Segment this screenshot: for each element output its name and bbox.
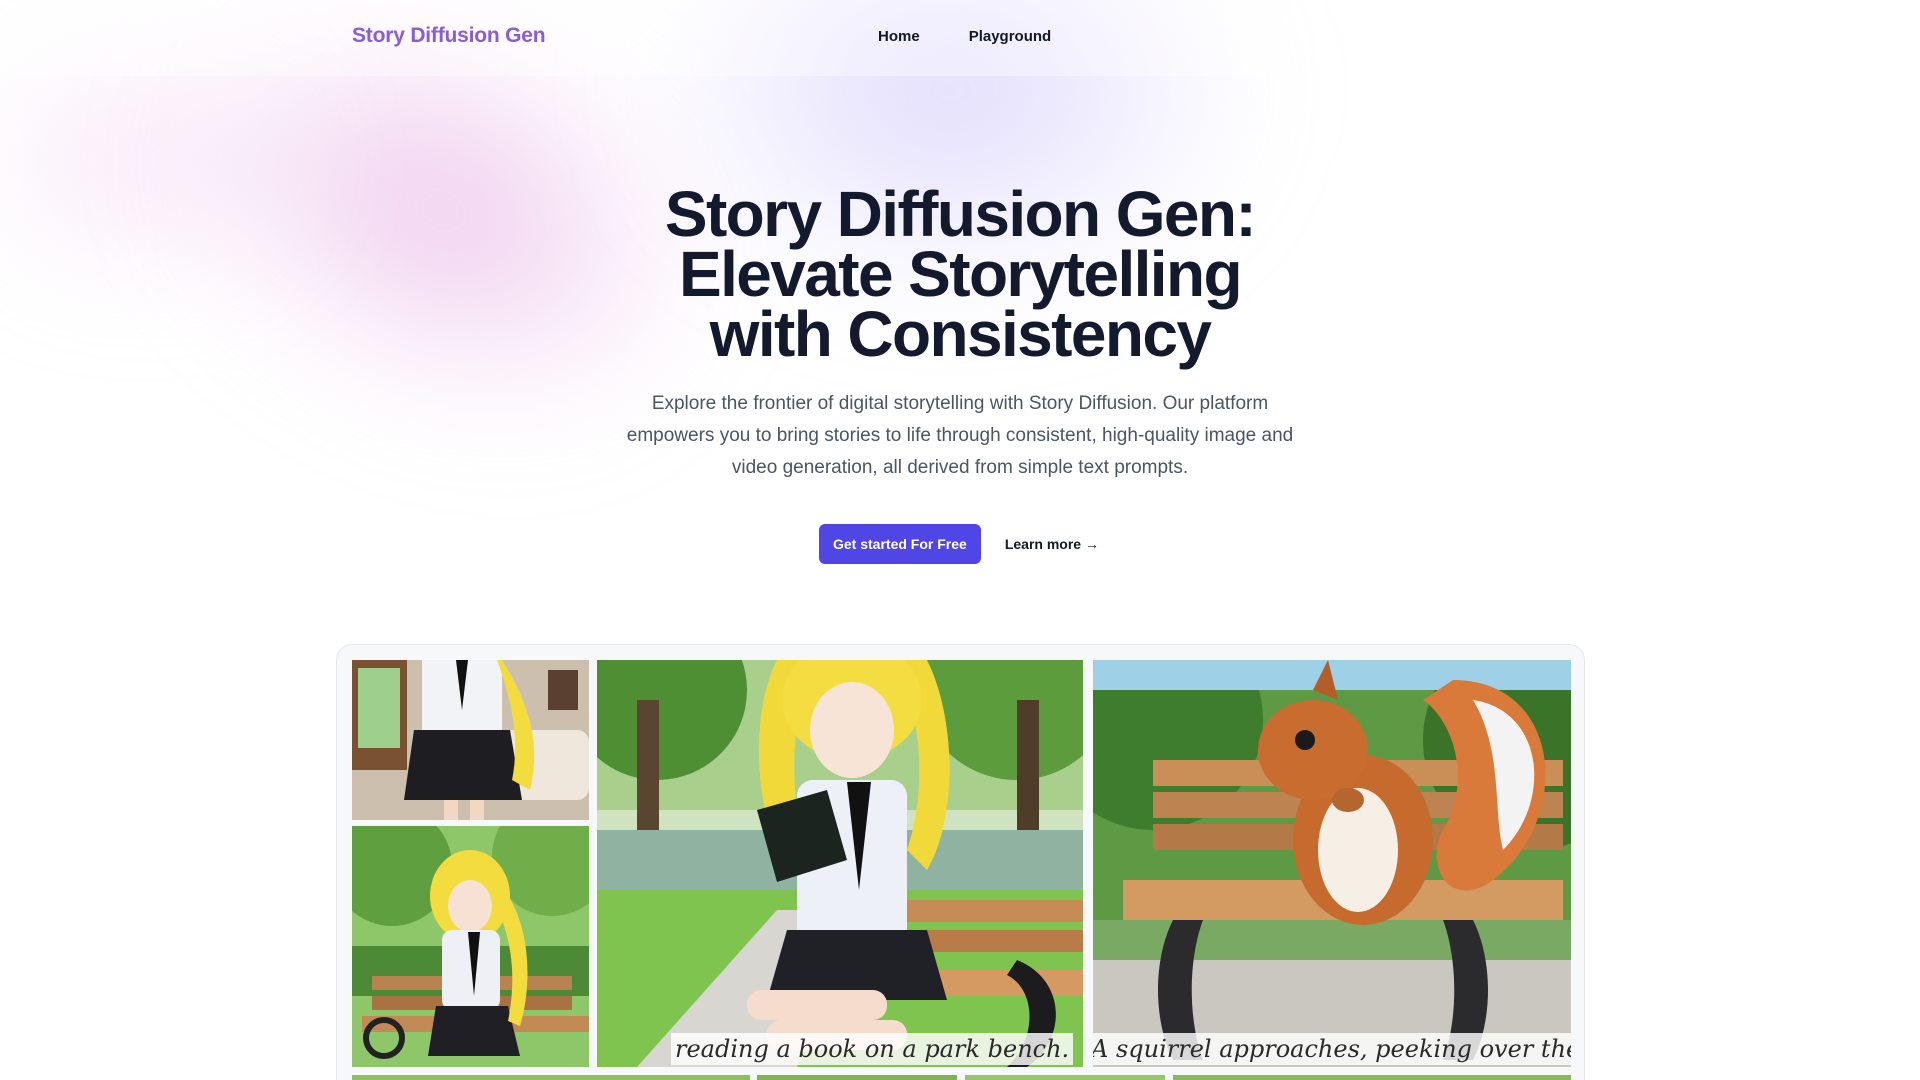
hero-title: Story Diffusion Gen: Elevate Storytellin… — [560, 182, 1360, 366]
background-blob — [0, 40, 320, 280]
squirrel-illustration — [1093, 660, 1571, 1067]
story-image-panel: A squirrel approaches, peeking over the … — [1093, 660, 1571, 1067]
get-started-button[interactable]: Get started For Free — [819, 524, 981, 564]
story-image-panel — [352, 1075, 750, 1080]
learn-more-link[interactable]: Learn more → — [1005, 536, 1099, 552]
site-header: Story Diffusion Gen Home Playground — [0, 0, 1920, 76]
hero-description: Explore the frontier of digital storytel… — [626, 393, 1294, 478]
story-image-panel — [352, 826, 589, 1067]
hero-title-line: with Consistency — [709, 298, 1212, 370]
story-image-panel: reading a book on a park bench. — [597, 660, 1083, 1067]
girl-standing-illustration — [352, 660, 589, 820]
story-image-panel — [352, 660, 589, 820]
site-logo[interactable]: Story Diffusion Gen — [352, 24, 546, 48]
panel-caption: A squirrel approaches, peeking over the … — [1093, 1033, 1571, 1065]
landing-page: Story Diffusion Gen Home Playground Stor… — [0, 0, 1920, 1080]
girl-reading-illustration — [597, 660, 1083, 1067]
nav-link-home[interactable]: Home — [878, 28, 920, 45]
story-image-panel — [757, 1075, 957, 1080]
cta-row: Get started For Free Learn more → — [819, 524, 1099, 564]
story-image-panel — [965, 1075, 1165, 1080]
main-nav: Home Playground — [878, 28, 1051, 45]
nav-link-playground[interactable]: Playground — [969, 28, 1052, 45]
story-image-panel — [1173, 1075, 1571, 1080]
story-gallery: reading a book on a park bench. squirrel… — [336, 644, 1585, 1080]
girl-on-bench-illustration — [352, 826, 589, 1067]
panel-caption: reading a book on a park bench. — [671, 1033, 1074, 1065]
